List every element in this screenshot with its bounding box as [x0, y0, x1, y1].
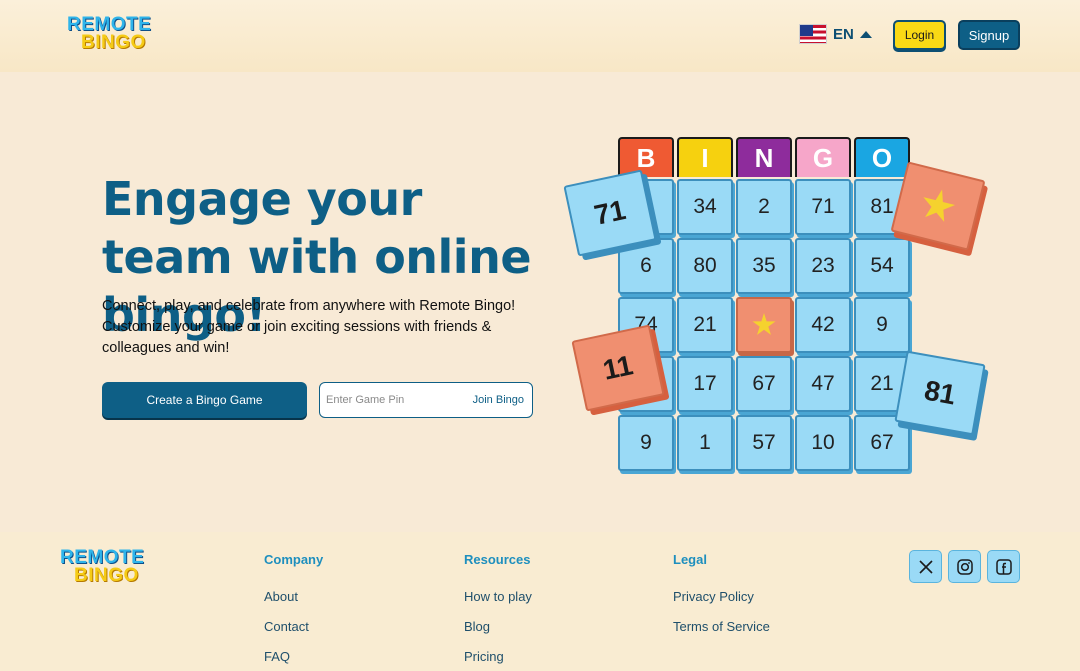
- bingo-cell: 71: [795, 179, 851, 235]
- bingo-cell: 67: [854, 415, 910, 471]
- game-pin-input[interactable]: [326, 391, 466, 409]
- bingo-header-o: O: [854, 137, 910, 177]
- bingo-cell: 9: [618, 415, 674, 471]
- footer-link-blog[interactable]: Blog: [464, 619, 532, 634]
- language-selector[interactable]: EN: [799, 24, 872, 44]
- footer-heading-company: Company: [264, 552, 324, 567]
- footer-resources-column: Resources How to play Blog Pricing: [464, 552, 532, 671]
- bingo-cell: 17: [677, 356, 733, 412]
- star-icon: [917, 185, 958, 226]
- bingo-cell: 23: [795, 238, 851, 294]
- game-pin-form: Join Bingo: [319, 382, 533, 418]
- footer-link-contact[interactable]: Contact: [264, 619, 323, 634]
- footer-link-privacy-policy[interactable]: Privacy Policy: [673, 589, 770, 604]
- login-button[interactable]: Login: [893, 20, 946, 50]
- footer-logo[interactable]: REMOTE BINGO: [60, 548, 144, 587]
- hero-subtitle: Connect, play, and celebrate from anywhe…: [102, 298, 516, 356]
- facebook-icon: [995, 558, 1012, 575]
- bingo-cell: 42: [795, 297, 851, 353]
- site-footer: REMOTE BINGO Company About Contact FAQ R…: [0, 532, 1080, 671]
- footer-link-about[interactable]: About: [264, 589, 323, 604]
- bingo-cell: 57: [736, 415, 792, 471]
- footer-heading-legal: Legal: [673, 552, 707, 567]
- facebook-social-button[interactable]: [987, 550, 1020, 583]
- x-icon: [918, 559, 933, 574]
- footer-link-how-to-play[interactable]: How to play: [464, 589, 532, 604]
- bingo-cell: 54: [854, 238, 910, 294]
- caret-up-icon: [859, 30, 872, 38]
- bingo-free-cell: [736, 297, 792, 353]
- bingo-cell: 2: [736, 179, 792, 235]
- bingo-cell: 21: [677, 297, 733, 353]
- star-icon: [752, 313, 776, 335]
- instagram-social-button[interactable]: [948, 550, 981, 583]
- bingo-header-i: I: [677, 137, 733, 177]
- footer-company-column: Company About Contact FAQ: [264, 552, 323, 671]
- bingo-cell: 34: [677, 179, 733, 235]
- bingo-header-n: N: [736, 137, 792, 177]
- create-game-button[interactable]: Create a Bingo Game: [102, 382, 307, 418]
- us-flag-icon: [799, 24, 827, 44]
- site-header: REMOTE BINGO EN Login Signup: [0, 0, 1080, 72]
- bingo-header-b: B: [618, 137, 674, 177]
- bingo-header-g: G: [795, 137, 851, 177]
- join-bingo-button[interactable]: Join Bingo: [473, 394, 524, 406]
- bingo-cell: 10: [795, 415, 851, 471]
- instagram-icon: [956, 558, 973, 575]
- bingo-cell: 9: [854, 297, 910, 353]
- bingo-cell: 1: [677, 415, 733, 471]
- footer-legal-column: Legal Privacy Policy Terms of Service: [673, 552, 770, 649]
- bingo-cell: 67: [736, 356, 792, 412]
- footer-link-faq[interactable]: FAQ: [264, 649, 323, 664]
- header-logo[interactable]: REMOTE BINGO: [67, 15, 151, 54]
- bingo-cell: 47: [795, 356, 851, 412]
- signup-button[interactable]: Signup: [958, 20, 1020, 50]
- footer-link-pricing[interactable]: Pricing: [464, 649, 532, 664]
- bingo-cell: 80: [677, 238, 733, 294]
- bingo-cell: 6: [618, 238, 674, 294]
- logo-text-bingo: BINGO: [81, 32, 146, 54]
- footer-link-terms-of-service[interactable]: Terms of Service: [673, 619, 770, 634]
- bingo-cell: 35: [736, 238, 792, 294]
- footer-heading-resources: Resources: [464, 552, 531, 567]
- language-label: EN: [833, 25, 854, 43]
- logo-text-bingo: BINGO: [74, 565, 139, 587]
- x-social-button[interactable]: [909, 550, 942, 583]
- bingo-tile-81: 81: [894, 350, 986, 436]
